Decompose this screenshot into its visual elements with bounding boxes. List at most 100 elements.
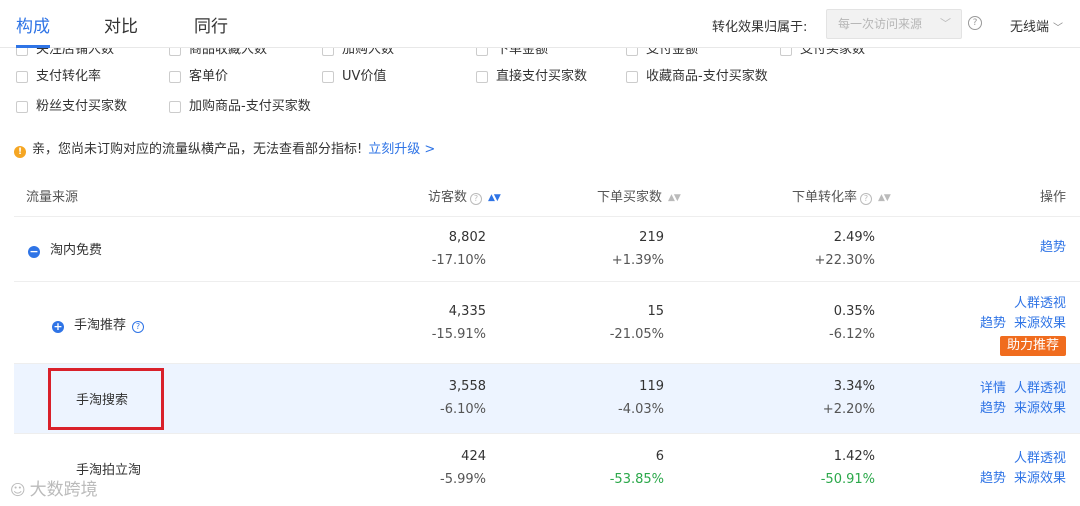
assist-recommend-button[interactable]: 助力推荐 xyxy=(999,336,1066,356)
buyers-value: 15 xyxy=(647,304,664,319)
upgrade-link[interactable]: 立刻升级 > xyxy=(368,142,435,157)
metric-checkbox[interactable]: 商品收藏人数 xyxy=(169,48,267,60)
buyers-change: -4.03% xyxy=(618,402,664,417)
checkbox-box xyxy=(169,71,181,83)
chevron-down-icon: ﹀ xyxy=(1053,23,1064,34)
row-actions: 趋势 xyxy=(1032,238,1066,258)
crowd-perspective-link[interactable]: 人群透视 xyxy=(1014,296,1066,311)
trend-link[interactable]: 趋势 xyxy=(980,401,1006,416)
metric-checkbox[interactable]: 支付转化率 xyxy=(16,67,101,87)
metric-checkbox[interactable]: 下单金额 xyxy=(476,48,548,60)
sort-icon[interactable]: ▲▼ xyxy=(488,193,501,203)
help-icon[interactable]: ? xyxy=(470,193,483,205)
conversion-label: 转化效果归属于: xyxy=(712,20,808,35)
metric-checkbox[interactable]: 收藏商品-支付买家数 xyxy=(626,67,768,87)
trend-link[interactable]: 趋势 xyxy=(1040,240,1066,255)
checkbox-box xyxy=(169,101,181,113)
watermark: ☺ 大数跨境 xyxy=(10,475,98,500)
buyers-cell: 15 -21.05% xyxy=(524,304,664,342)
checkbox-box xyxy=(626,48,638,56)
sort-icon[interactable]: ▲▼ xyxy=(878,193,891,203)
detail-link[interactable]: 详情 xyxy=(980,381,1006,396)
metric-checkbox[interactable]: 粉丝支付买家数 xyxy=(16,97,127,117)
metric-checkbox-label: 加购人数 xyxy=(342,48,395,57)
row-actions: 人群透视 趋势 来源效果 助力推荐 xyxy=(972,294,1066,356)
device-select[interactable]: 无线端 ﹀ xyxy=(1010,16,1063,35)
subscription-notice: ! 亲，您尚未订购对应的流量纵横产品，无法查看部分指标! 立刻升级 > xyxy=(14,138,435,158)
buyers-change: +1.39% xyxy=(611,253,664,268)
highlight-annotation-box xyxy=(48,368,164,430)
rate-value: 0.35% xyxy=(833,304,875,319)
source-name[interactable]: − 淘内免费 xyxy=(28,239,102,258)
warning-icon: ! xyxy=(14,146,26,158)
notice-text: 亲，您尚未订购对应的流量纵横产品，无法查看部分指标! xyxy=(32,142,363,157)
rate-cell: 1.42% -50.91% xyxy=(735,449,875,487)
column-header-source: 流量来源 xyxy=(26,190,79,205)
metric-checkbox-label: UV价值 xyxy=(342,69,387,84)
collapse-icon[interactable]: − xyxy=(28,246,40,258)
visitors-cell: 8,802 -17.10% xyxy=(346,230,486,268)
table-row: 手淘拍立淘 424 -5.99% 6 -53.85% 1.42% -50.91% 人群… xyxy=(14,434,1080,506)
rate-cell: 0.35% -6.12% xyxy=(735,304,875,342)
tab-composition[interactable]: 构成 xyxy=(16,12,50,37)
row-actions: 详情 人群透视 趋势 来源效果 xyxy=(972,379,1066,419)
help-icon[interactable]: ? xyxy=(968,16,982,30)
checkbox-box xyxy=(169,48,181,56)
help-icon[interactable]: ? xyxy=(860,193,873,205)
expand-icon[interactable]: + xyxy=(52,321,64,333)
rate-change: -50.91% xyxy=(820,472,875,487)
source-effect-link[interactable]: 来源效果 xyxy=(1014,401,1066,416)
metric-checkbox[interactable]: 客单价 xyxy=(169,67,228,87)
tab-peers[interactable]: 同行 xyxy=(194,12,228,37)
metric-checkbox[interactable]: 加购商品-支付买家数 xyxy=(169,97,311,117)
source-name[interactable]: + 手淘推荐? xyxy=(52,314,145,333)
column-header-rate[interactable]: 下单转化率? ▲▼ xyxy=(792,186,891,205)
column-header-buyers[interactable]: 下单买家数 ▲▼ xyxy=(597,186,681,205)
visitors-change: -17.10% xyxy=(431,253,486,268)
checkbox-box xyxy=(322,48,334,56)
visitors-change: -5.99% xyxy=(440,472,486,487)
buyers-cell: 119 -4.03% xyxy=(524,379,664,417)
source-name-label: 淘内免费 xyxy=(50,243,103,258)
metric-checkbox[interactable]: 加购人数 xyxy=(322,48,394,60)
checkbox-box xyxy=(322,71,334,83)
source-name-label: 手淘推荐 xyxy=(74,318,127,333)
device-select-value: 无线端 xyxy=(1010,20,1050,35)
sort-icon[interactable]: ▲▼ xyxy=(668,193,681,203)
crowd-perspective-link[interactable]: 人群透视 xyxy=(1014,381,1066,396)
metric-checkbox[interactable]: 关注店铺人数 xyxy=(16,48,114,60)
conversion-select-value: 每一次访问来源 xyxy=(838,17,923,31)
tab-compare[interactable]: 对比 xyxy=(104,12,138,37)
visitors-change: -6.10% xyxy=(440,402,486,417)
source-effect-link[interactable]: 来源效果 xyxy=(1014,471,1066,486)
buyers-cell: 219 +1.39% xyxy=(524,230,664,268)
chevron-down-icon: ﹀ xyxy=(940,17,951,30)
metric-checkbox-label: 下单金额 xyxy=(496,48,549,57)
visitors-cell: 424 -5.99% xyxy=(346,449,486,487)
visitors-value: 8,802 xyxy=(448,230,486,245)
metric-checkbox[interactable]: UV价值 xyxy=(322,67,386,87)
rate-change: +2.20% xyxy=(822,402,875,417)
trend-link[interactable]: 趋势 xyxy=(980,316,1006,331)
column-header-actions: 操作 xyxy=(1040,190,1067,205)
metric-checkbox-label: 商品收藏人数 xyxy=(189,48,268,57)
metric-checkbox-label: 支付转化率 xyxy=(36,69,102,84)
column-header-visitors[interactable]: 访客数? ▲▼ xyxy=(428,186,501,205)
rate-value: 1.42% xyxy=(833,449,875,464)
help-icon[interactable]: ? xyxy=(132,321,145,333)
metric-checkbox[interactable]: 支付买家数 xyxy=(780,48,865,60)
column-header-label: 访客数 xyxy=(428,190,468,205)
buyers-value: 219 xyxy=(639,230,664,245)
buyers-value: 119 xyxy=(639,379,664,394)
checkbox-box xyxy=(16,48,28,56)
metric-checkbox-label: 粉丝支付买家数 xyxy=(36,99,128,114)
conversion-select[interactable]: 每一次访问来源 ﹀ xyxy=(826,9,962,39)
trend-link[interactable]: 趋势 xyxy=(980,471,1006,486)
source-effect-link[interactable]: 来源效果 xyxy=(1014,316,1066,331)
checkbox-box xyxy=(476,48,488,56)
crowd-perspective-link[interactable]: 人群透视 xyxy=(1014,451,1066,466)
table-row: + 手淘推荐? 4,335 -15.91% 15 -21.05% 0.35% -6.12… xyxy=(14,282,1080,364)
metric-checkbox[interactable]: 支付金额 xyxy=(626,48,698,60)
visitors-value: 424 xyxy=(461,449,486,464)
metric-checkbox[interactable]: 直接支付买家数 xyxy=(476,67,587,87)
